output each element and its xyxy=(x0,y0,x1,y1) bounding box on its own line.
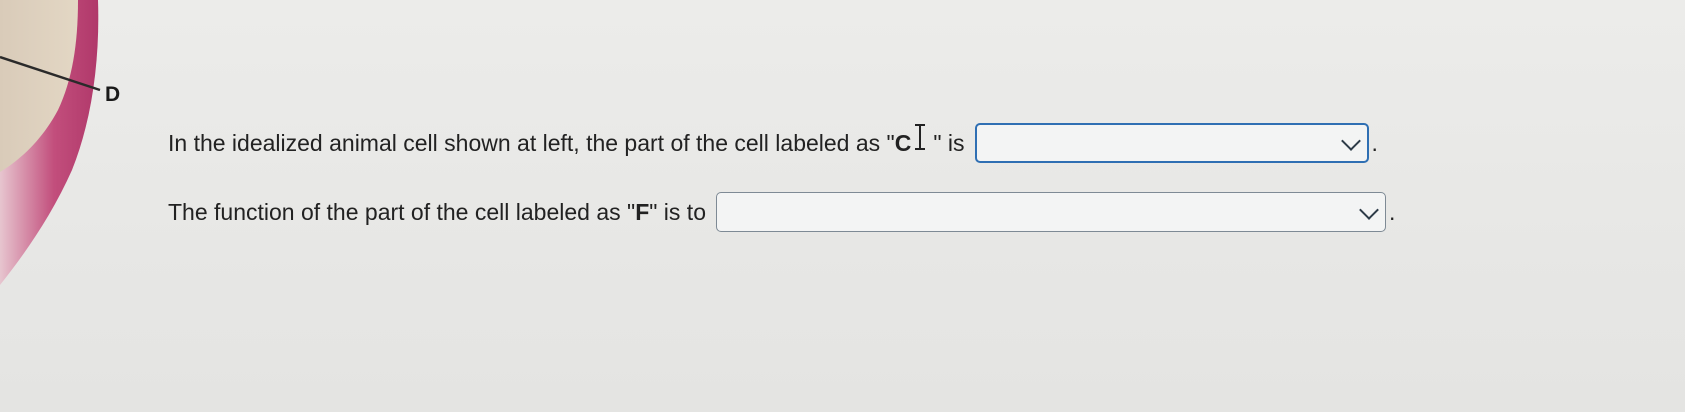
cell-membrane-icon xyxy=(0,0,101,285)
question-1-text-after: " is xyxy=(933,129,965,156)
question-2-text-after: " is to xyxy=(649,198,706,225)
organelle-dropdown[interactable] xyxy=(974,123,1369,163)
question-2-period: . xyxy=(1389,198,1396,225)
text-cursor-icon xyxy=(913,123,927,151)
question-line-1: In the idealized animal cell shown at le… xyxy=(168,123,1378,163)
question-1-text-before: In the idealized animal cell shown at le… xyxy=(168,129,895,156)
question-1-label: C xyxy=(894,129,912,156)
chevron-down-icon xyxy=(1359,200,1379,220)
screen: D In the idealized animal cell shown at … xyxy=(0,0,1685,412)
cell-label-d: D xyxy=(105,83,121,106)
cell-diagram-fragment xyxy=(0,0,130,412)
question-2-text-before: The function of the part of the cell lab… xyxy=(168,198,636,225)
chevron-down-icon xyxy=(1340,131,1361,151)
question-2-label: F xyxy=(635,198,650,225)
question-1-period: . xyxy=(1371,129,1378,156)
function-dropdown[interactable] xyxy=(716,192,1386,232)
question-line-2: The function of the part of the cell lab… xyxy=(168,192,1395,232)
